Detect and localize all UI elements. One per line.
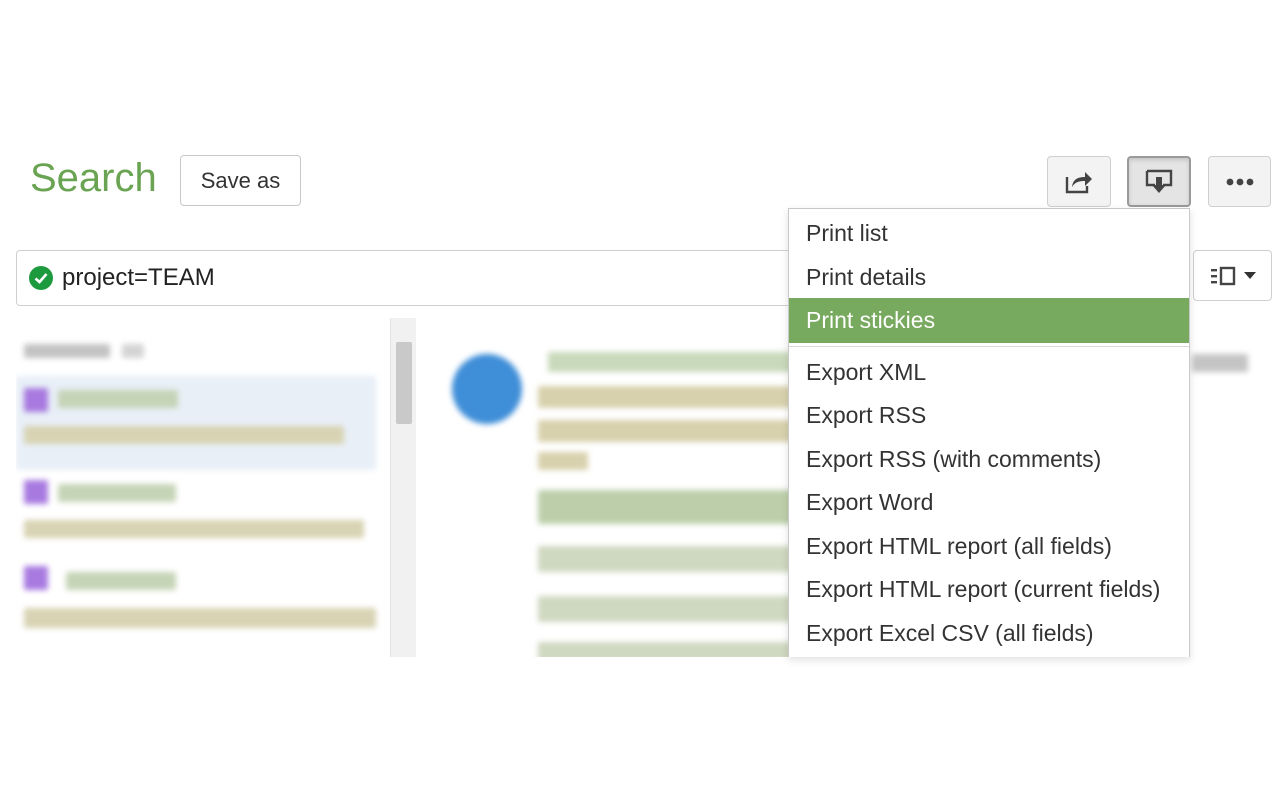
layout-switcher-button[interactable]: [1193, 250, 1272, 301]
search-input[interactable]: project=TEAM: [16, 250, 796, 306]
menu-item-print-stickies[interactable]: Print stickies: [789, 298, 1189, 343]
layout-list-icon: [1210, 266, 1235, 285]
results-list[interactable]: [16, 312, 388, 657]
menu-item-export-html-current[interactable]: Export HTML report (current fields): [789, 568, 1189, 610]
caret-down-icon: [1243, 271, 1256, 279]
results-scrollbar[interactable]: [390, 318, 416, 658]
page-background: [0, 657, 1280, 800]
menu-item-export-rss[interactable]: Export RSS: [789, 394, 1189, 436]
menu-item-export-rss-comments[interactable]: Export RSS (with comments): [789, 438, 1189, 480]
more-icon: [1226, 178, 1253, 185]
menu-item-print-details[interactable]: Print details: [789, 256, 1189, 298]
share-icon: [1065, 171, 1092, 193]
menu-item-print-list[interactable]: Print list: [789, 212, 1189, 254]
save-as-button[interactable]: Save as: [180, 155, 301, 206]
menu-item-export-html-all[interactable]: Export HTML report (all fields): [789, 525, 1189, 567]
scrollbar-thumb[interactable]: [396, 342, 412, 424]
check-circle-icon: [29, 266, 53, 290]
menu-item-export-xml[interactable]: Export XML: [789, 351, 1189, 393]
menu-item-export-excel-csv[interactable]: Export Excel CSV (all fields): [789, 612, 1189, 654]
menu-divider: [789, 346, 1189, 347]
export-icon: [1145, 169, 1173, 193]
search-query: project=TEAM: [62, 264, 215, 291]
page-title: Search: [30, 156, 157, 200]
export-dropdown-menu: Print list Print details Print stickies …: [788, 208, 1190, 657]
share-button[interactable]: [1047, 156, 1111, 207]
more-button[interactable]: [1208, 156, 1271, 207]
menu-item-export-word[interactable]: Export Word: [789, 481, 1189, 523]
export-button[interactable]: [1127, 156, 1191, 207]
avatar: [452, 354, 522, 424]
